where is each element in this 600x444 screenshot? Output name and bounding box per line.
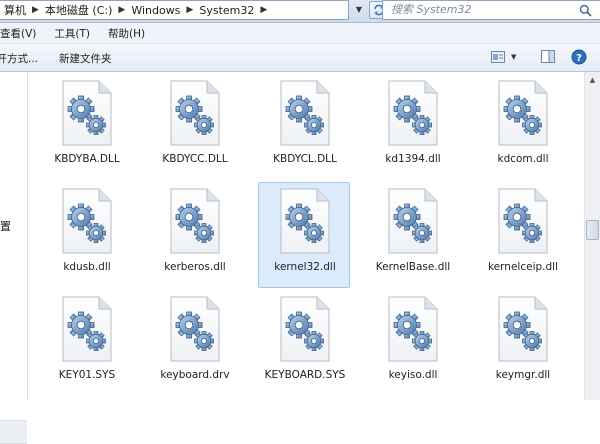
file-name-label: KEYBOARD.SYS: [264, 369, 346, 381]
file-item[interactable]: KernelBase.dll: [366, 182, 458, 288]
file-name-label: kerberos.dll: [164, 261, 226, 273]
preview-pane-button[interactable]: [541, 50, 555, 66]
navigation-pane[interactable]: 置: [0, 72, 28, 444]
new-folder-button[interactable]: 新建文件夹: [59, 51, 112, 66]
system-file-gear-icon: [280, 80, 330, 146]
preview-pane-icon: [541, 50, 555, 63]
system-file-gear-icon: [170, 80, 220, 146]
file-name-label: kernel32.dll: [274, 261, 336, 273]
file-name-label: kdusb.dll: [63, 261, 111, 273]
breadcrumb-separator-icon[interactable]: ▶: [30, 5, 41, 15]
system-file-gear-icon: [388, 188, 438, 254]
file-item[interactable]: KEY01.SYS: [40, 290, 132, 396]
system-file-gear-icon: [498, 80, 548, 146]
nav-selected-strip[interactable]: [0, 420, 27, 444]
search-icon[interactable]: [579, 4, 592, 23]
help-icon: ?: [571, 49, 587, 65]
change-view-button[interactable]: ▼: [491, 51, 516, 63]
search-placeholder: 搜索 System32: [391, 3, 472, 16]
file-name-label: kd1394.dll: [385, 153, 441, 165]
file-item[interactable]: KBDYBA.DLL: [40, 74, 132, 180]
file-name-label: kernelceip.dll: [488, 261, 558, 273]
system-file-gear-icon: [62, 296, 112, 362]
file-name-label: kdcom.dll: [497, 153, 549, 165]
address-bar[interactable]: 算机 ▶ 本地磁盘 (C:) ▶ Windows ▶ System32 ▶: [0, 0, 349, 20]
system-file-gear-icon: [388, 80, 438, 146]
breadcrumb-separator-icon[interactable]: ▶: [116, 5, 127, 15]
file-name-label: KernelBase.dll: [375, 261, 451, 273]
file-item[interactable]: kdcom.dll: [476, 74, 568, 180]
file-list-view[interactable]: KBDYBA.DLL KBDYCC.DLL KBDYCL.DLL kd1394.…: [28, 72, 584, 400]
help-button[interactable]: ?: [571, 49, 587, 68]
system-file-gear-icon: [170, 296, 220, 362]
file-name-label: keyiso.dll: [388, 369, 438, 381]
file-item[interactable]: KBDYCL.DLL: [258, 74, 350, 180]
menu-bar: 查看(V) 工具(T) 帮助(H): [0, 23, 600, 44]
scroll-up-icon[interactable]: ▲: [585, 72, 600, 88]
file-name-label: KBDYCL.DLL: [273, 153, 337, 165]
command-bar: 打开方式... 新建文件夹 ▼ ?: [0, 44, 600, 72]
vertical-scrollbar[interactable]: ▲: [584, 72, 600, 400]
file-item[interactable]: kdusb.dll: [40, 182, 132, 288]
menu-tools[interactable]: 工具(T): [54, 26, 90, 41]
system-file-gear-icon: [498, 188, 548, 254]
menu-help[interactable]: 帮助(H): [108, 26, 145, 41]
system-file-gear-icon: [280, 296, 330, 362]
system-file-gear-icon: [388, 296, 438, 362]
view-options-icon: [491, 51, 505, 63]
breadcrumb-local-disk[interactable]: 本地磁盘 (C:): [41, 2, 116, 18]
file-item[interactable]: keyboard.drv: [148, 290, 240, 396]
breadcrumb-separator-icon[interactable]: ▶: [184, 5, 195, 15]
file-item[interactable]: kd1394.dll: [366, 74, 458, 180]
file-name-label: KEY01.SYS: [58, 369, 116, 381]
search-input[interactable]: 搜索 System32: [382, 0, 600, 20]
open-with-button[interactable]: 打开方式...: [0, 51, 38, 66]
file-name-label: keyboard.drv: [160, 369, 230, 381]
file-name-label: KBDYCC.DLL: [162, 153, 228, 165]
address-history-dropdown[interactable]: ▼: [351, 1, 367, 19]
file-item[interactable]: kerberos.dll: [148, 182, 240, 288]
nav-item-label[interactable]: 置: [0, 218, 11, 234]
breadcrumb-windows[interactable]: Windows: [127, 4, 184, 17]
file-item[interactable]: keymgr.dll: [476, 290, 568, 396]
file-item[interactable]: keyiso.dll: [366, 290, 458, 396]
system-file-gear-icon: [62, 80, 112, 146]
system-file-gear-icon: [170, 188, 220, 254]
file-item[interactable]: kernel32.dll: [258, 182, 350, 288]
svg-text:?: ?: [576, 53, 582, 64]
breadcrumb-system32[interactable]: System32: [195, 4, 258, 17]
file-item[interactable]: kernelceip.dll: [476, 182, 568, 288]
breadcrumb-separator-icon[interactable]: ▶: [258, 5, 269, 15]
system-file-gear-icon: [498, 296, 548, 362]
system-file-gear-icon: [280, 188, 330, 254]
file-item[interactable]: KBDYCC.DLL: [148, 74, 240, 180]
file-item[interactable]: KEYBOARD.SYS: [258, 290, 350, 396]
chevron-down-icon[interactable]: ▼: [511, 53, 516, 61]
address-bar-row: 算机 ▶ 本地磁盘 (C:) ▶ Windows ▶ System32 ▶ ▼ …: [0, 0, 600, 23]
file-name-label: keymgr.dll: [495, 369, 551, 381]
file-name-label: KBDYBA.DLL: [54, 153, 120, 165]
breadcrumb-computer[interactable]: 算机: [0, 2, 30, 18]
system-file-gear-icon: [62, 188, 112, 254]
scroll-thumb[interactable]: [586, 220, 599, 240]
menu-view[interactable]: 查看(V): [0, 26, 36, 41]
